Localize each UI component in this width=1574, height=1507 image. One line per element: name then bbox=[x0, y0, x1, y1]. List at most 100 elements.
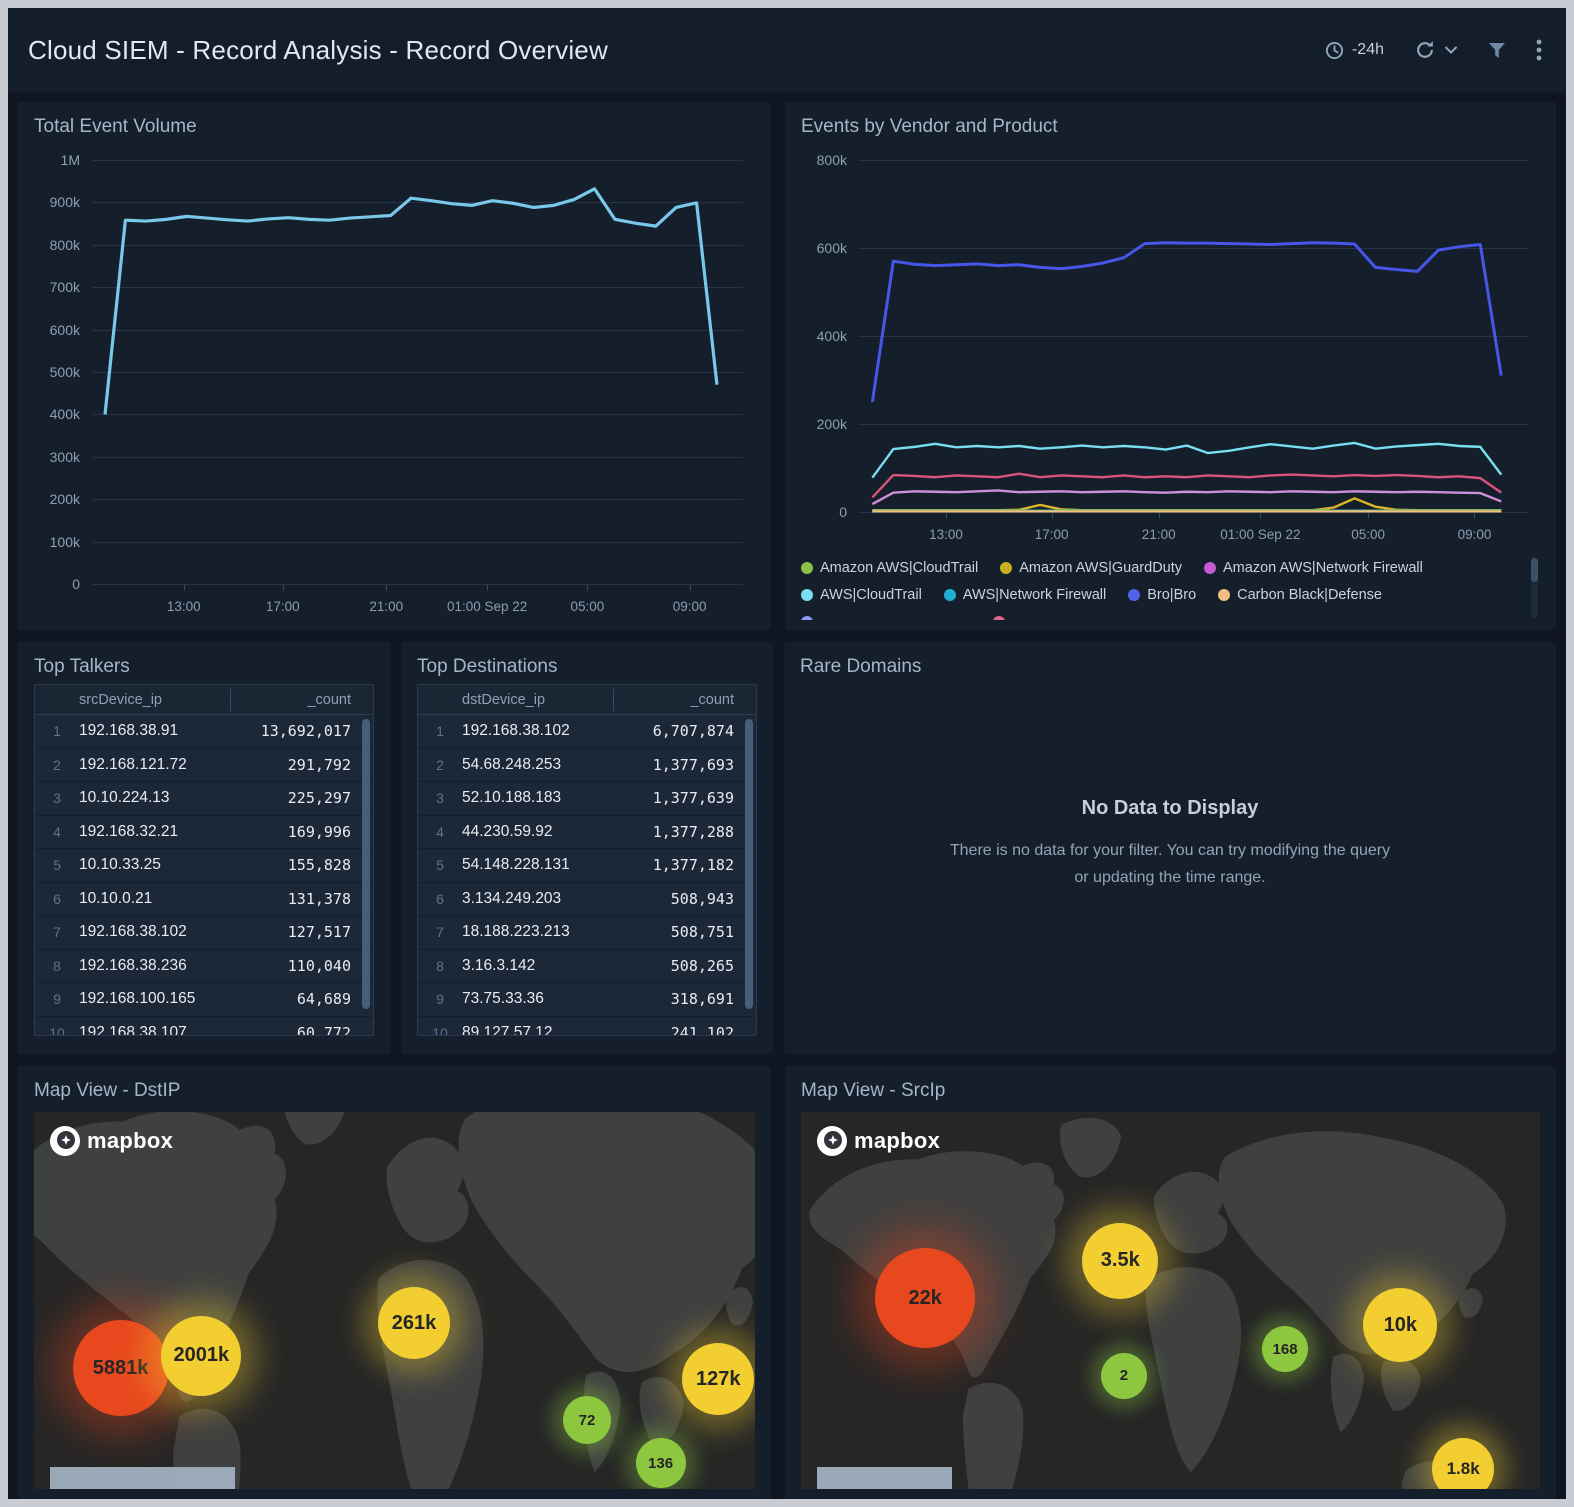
legend-dot-icon bbox=[1218, 589, 1230, 601]
column-header-srcDevice_ip[interactable]: srcDevice_ip bbox=[79, 689, 231, 711]
y-axis-label: 600k bbox=[801, 240, 847, 256]
chart-series-canvas bbox=[92, 160, 743, 584]
legend-item[interactable]: Bro|Bro bbox=[1128, 585, 1196, 605]
x-axis-tick bbox=[690, 585, 691, 590]
map-bubble[interactable]: 3.5k bbox=[1082, 1223, 1158, 1299]
row-count: 291,792 bbox=[230, 756, 373, 774]
table-row[interactable]: 10192.168.38.10760,772 bbox=[35, 1017, 373, 1037]
table-row[interactable]: 9192.168.100.16564,689 bbox=[35, 983, 373, 1017]
legend-item[interactable]: AWS|Network Firewall bbox=[944, 585, 1106, 605]
total-event-volume-chart[interactable]: 0100k200k300k400k500k600k700k800k900k1M1… bbox=[34, 144, 755, 620]
table-scrollbar-thumb[interactable] bbox=[745, 719, 753, 1009]
table-row[interactable]: 4192.168.32.21169,996 bbox=[35, 816, 373, 850]
x-axis-label: 09:00 bbox=[1458, 527, 1492, 542]
map-bubble-label: 168 bbox=[1273, 1341, 1298, 1358]
row-rank: 5 bbox=[35, 857, 79, 873]
row-count: 155,828 bbox=[230, 856, 373, 874]
table-row[interactable]: 2192.168.121.72291,792 bbox=[35, 749, 373, 783]
chart-series-canvas bbox=[859, 160, 1528, 512]
table-row[interactable]: 7192.168.38.102127,517 bbox=[35, 916, 373, 950]
column-header-dstDevice_ip[interactable]: dstDevice_ip bbox=[462, 689, 614, 711]
row-rank: 9 bbox=[35, 991, 79, 1007]
series-line-Amazon AWS|GuardDuty bbox=[872, 498, 1501, 510]
y-axis-label: 600k bbox=[34, 322, 80, 338]
row-count: 64,689 bbox=[230, 990, 373, 1008]
legend-item[interactable] bbox=[801, 612, 971, 620]
events-by-vendor-product-chart[interactable]: 0200k400k600k800k13:0017:0021:0001:00 Se… bbox=[801, 144, 1540, 548]
table-row[interactable]: 8192.168.38.236110,040 bbox=[35, 950, 373, 984]
map-bubble-label: 1.8k bbox=[1447, 1459, 1480, 1479]
map-bubble-label: 2001k bbox=[173, 1344, 229, 1367]
x-axis-label: 21:00 bbox=[1142, 527, 1176, 542]
table-row[interactable]: 63.134.249.203508,943 bbox=[418, 883, 756, 917]
legend-label: Bro|Bro bbox=[1147, 587, 1196, 603]
row-rank: 9 bbox=[418, 991, 462, 1007]
table-row[interactable]: 83.16.3.142508,265 bbox=[418, 950, 756, 984]
legend-item[interactable] bbox=[993, 612, 1163, 620]
row-ip: 3.134.249.203 bbox=[462, 890, 613, 908]
table-scrollbar-thumb[interactable] bbox=[362, 719, 370, 1009]
row-ip: 192.168.100.165 bbox=[79, 990, 230, 1008]
table-row[interactable]: 1089.127.57.12241,102 bbox=[418, 1017, 756, 1037]
table-row[interactable]: 310.10.224.13225,297 bbox=[35, 782, 373, 816]
chevron-down-icon bbox=[1444, 45, 1458, 55]
legend-item[interactable]: Carbon Black|Defense bbox=[1218, 585, 1382, 605]
legend-scrollbar-thumb[interactable] bbox=[1531, 558, 1538, 582]
more-menu-button[interactable] bbox=[1536, 39, 1542, 61]
legend-label: Amazon AWS|CloudTrail bbox=[820, 560, 978, 576]
table-row[interactable]: 352.10.188.1831,377,639 bbox=[418, 782, 756, 816]
table-header: srcDevice_ip_count bbox=[35, 685, 373, 715]
row-ip: 192.168.38.236 bbox=[79, 957, 230, 975]
column-header-_count[interactable]: _count bbox=[231, 692, 373, 708]
map-bubble-label: 72 bbox=[579, 1412, 596, 1429]
row-rank: 6 bbox=[35, 891, 79, 907]
map-bubble[interactable]: 5881k bbox=[73, 1320, 169, 1416]
row-ip: 192.168.38.91 bbox=[79, 722, 230, 740]
row-rank: 4 bbox=[418, 824, 462, 840]
map-bubble[interactable]: 2 bbox=[1101, 1353, 1147, 1399]
refresh-control[interactable] bbox=[1414, 40, 1458, 60]
row-ip: 44.230.59.92 bbox=[462, 823, 613, 841]
legend-dot-icon bbox=[801, 589, 813, 601]
map-bubble[interactable]: 72 bbox=[563, 1396, 611, 1444]
legend-item[interactable]: Amazon AWS|Network Firewall bbox=[1204, 558, 1423, 578]
table-row[interactable]: 554.148.228.1311,377,182 bbox=[418, 849, 756, 883]
table-row[interactable]: 1192.168.38.1026,707,874 bbox=[418, 715, 756, 749]
map-bubble[interactable]: 136 bbox=[636, 1438, 686, 1488]
table-row[interactable]: 444.230.59.921,377,288 bbox=[418, 816, 756, 850]
table-row[interactable]: 1192.168.38.9113,692,017 bbox=[35, 715, 373, 749]
table-row[interactable]: 718.188.223.213508,751 bbox=[418, 916, 756, 950]
map-bubble[interactable]: 261k bbox=[378, 1287, 450, 1359]
table-row[interactable]: 254.68.248.2531,377,693 bbox=[418, 749, 756, 783]
legend-item[interactable]: Amazon AWS|GuardDuty bbox=[1000, 558, 1182, 578]
x-axis-tick bbox=[386, 585, 387, 590]
map-srcip[interactable]: 22k3.5k216810k1.8k mapbox bbox=[801, 1112, 1540, 1489]
legend-dot-icon bbox=[993, 616, 1005, 620]
y-axis-label: 800k bbox=[801, 152, 847, 168]
map-bubble-label: 3.5k bbox=[1101, 1249, 1140, 1272]
map-bubble[interactable]: 168 bbox=[1262, 1326, 1308, 1372]
panel-title: Map View - DstIP bbox=[34, 1080, 755, 1102]
table-row[interactable]: 973.75.33.36318,691 bbox=[418, 983, 756, 1017]
time-range-control[interactable]: -24h bbox=[1325, 41, 1384, 60]
panel-title: Map View - SrcIp bbox=[801, 1080, 1540, 1102]
row-count: 127,517 bbox=[230, 923, 373, 941]
map-bubble[interactable]: 10k bbox=[1363, 1288, 1437, 1362]
legend-scrollbar[interactable] bbox=[1531, 558, 1538, 618]
legend-dot-icon bbox=[1000, 562, 1012, 574]
map-bubble[interactable]: 127k bbox=[682, 1343, 754, 1415]
legend-item[interactable]: Amazon AWS|CloudTrail bbox=[801, 558, 978, 578]
panel-top-talkers: Top Talkers srcDevice_ip_count1192.168.3… bbox=[18, 642, 390, 1054]
table-row[interactable]: 610.10.0.21131,378 bbox=[35, 883, 373, 917]
legend-item[interactable]: AWS|CloudTrail bbox=[801, 585, 922, 605]
y-axis-label: 800k bbox=[34, 237, 80, 253]
map-bubble[interactable]: 2001k bbox=[161, 1316, 241, 1396]
x-axis-label: 21:00 bbox=[369, 599, 403, 614]
filter-button[interactable] bbox=[1488, 42, 1506, 59]
map-bubble-label: 5881k bbox=[93, 1357, 149, 1380]
map-bubble[interactable]: 22k bbox=[875, 1248, 975, 1348]
map-dstip[interactable]: 5881k2001k261k127k72136 mapbox bbox=[34, 1112, 755, 1489]
column-header-_count[interactable]: _count bbox=[614, 692, 756, 708]
table-row[interactable]: 510.10.33.25155,828 bbox=[35, 849, 373, 883]
row-count: 1,377,182 bbox=[613, 856, 756, 874]
